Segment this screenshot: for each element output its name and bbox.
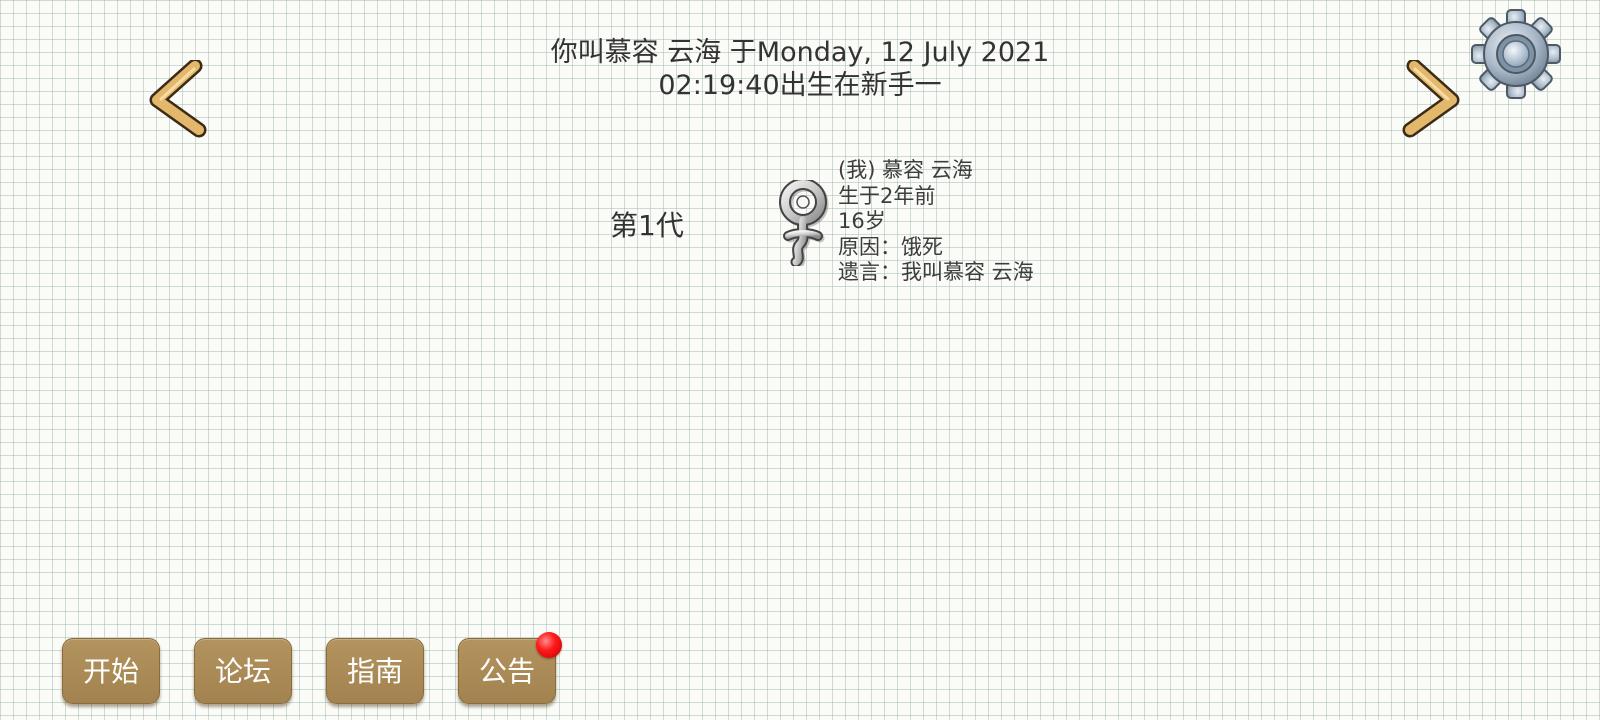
person-last-words: 遗言：我叫慕容 云海 xyxy=(838,260,1034,284)
notification-badge xyxy=(536,632,562,658)
female-symbol-icon xyxy=(779,180,829,266)
prev-generation-button[interactable] xyxy=(145,60,217,138)
birth-info-line-2: 02:19:40出生在新手一 xyxy=(658,70,942,101)
generation-label: 第1代 xyxy=(610,209,684,242)
person-avatar[interactable] xyxy=(776,180,830,266)
start-button[interactable]: 开始 xyxy=(62,638,160,704)
person-death-cause: 原因：饿死 xyxy=(838,234,943,259)
person-name: (我) 慕容 云海 xyxy=(838,158,973,182)
birth-info-header: 你叫慕容 云海 于Monday, 12 July 2021 02:19:40出生… xyxy=(400,36,1200,102)
person-born: 生于2年前 xyxy=(838,183,936,208)
birth-info-line-1: 你叫慕容 云海 于Monday, 12 July 2021 xyxy=(550,37,1050,68)
forum-button[interactable]: 论坛 xyxy=(194,638,292,704)
chevron-left-icon xyxy=(149,60,207,138)
guide-button[interactable]: 指南 xyxy=(326,638,424,704)
settings-button[interactable] xyxy=(1470,8,1562,100)
next-generation-button[interactable] xyxy=(1392,60,1464,138)
person-age: 16岁 xyxy=(838,209,886,233)
chevron-right-icon xyxy=(1402,60,1460,138)
gear-icon xyxy=(1471,9,1561,99)
person-info: (我) 慕容 云海 生于2年前 16岁 原因：饿死 遗言：我叫慕容 云海 xyxy=(838,158,1034,286)
